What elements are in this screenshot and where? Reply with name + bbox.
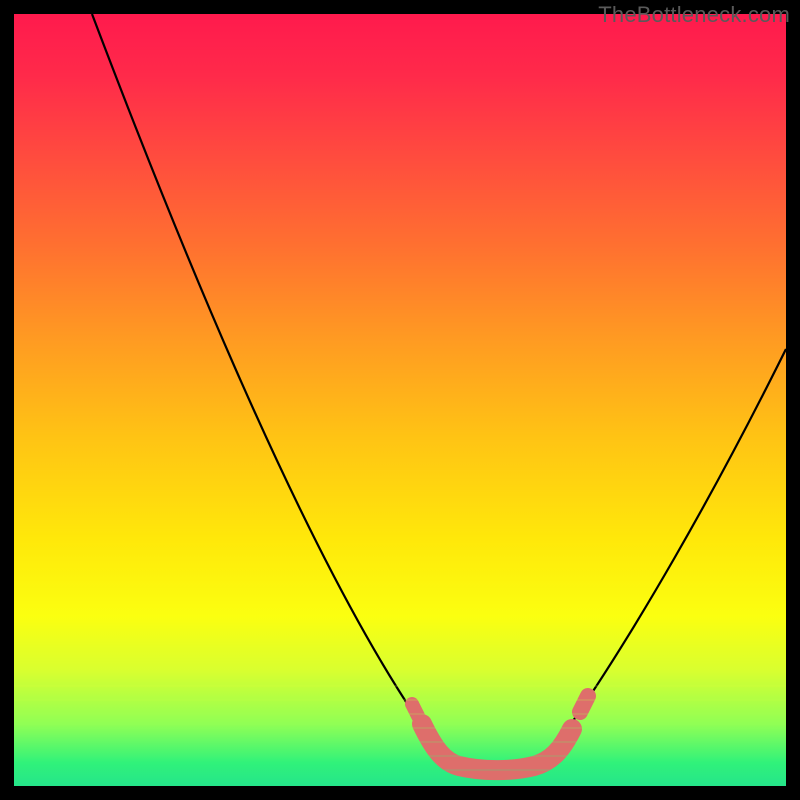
bottleneck-curve (92, 14, 786, 767)
green-band-lines (14, 686, 786, 770)
watermark-text: TheBottleneck.com (598, 2, 790, 28)
trough-highlight (422, 724, 572, 770)
chart-frame: TheBottleneck.com (0, 0, 800, 800)
trough-dash-right (580, 696, 588, 712)
bottleneck-curve-layer (14, 14, 786, 786)
